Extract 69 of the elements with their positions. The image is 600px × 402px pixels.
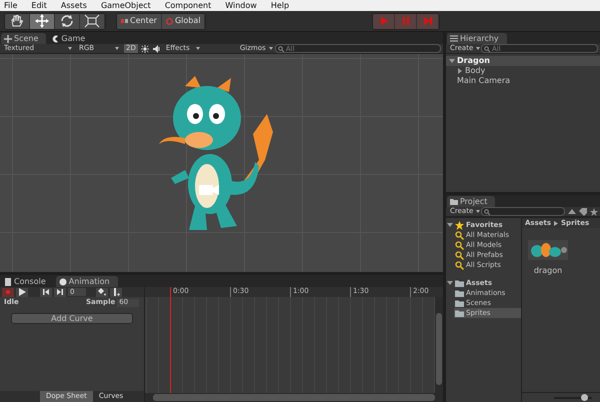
expanded-arrow-icon[interactable]: [447, 222, 453, 228]
next-key-icon: [56, 288, 64, 296]
panel-tab[interactable]: Game: [48, 33, 94, 44]
next-key-button[interactable]: [54, 288, 66, 296]
expanded-arrow-icon[interactable]: [449, 58, 455, 64]
audio-icon[interactable]: [152, 44, 161, 52]
search-icon: [455, 240, 464, 250]
star-icon[interactable]: [590, 208, 598, 216]
pivot-button[interactable]: Center: [117, 14, 162, 28]
add-event-button[interactable]: [110, 288, 122, 296]
hierarchy-item[interactable]: Dragon: [446, 56, 600, 66]
light-icon[interactable]: [140, 44, 149, 52]
menu-item[interactable]: GameObject: [100, 0, 151, 11]
panel-tab[interactable]: Scene: [1, 33, 46, 44]
panel-tab[interactable]: Console: [1, 276, 54, 287]
record-icon: [4, 288, 12, 296]
star-icon: [455, 220, 464, 230]
scene-tab-icon: [4, 34, 12, 42]
search-icon: [455, 230, 464, 240]
expanded-arrow-icon[interactable]: [447, 280, 453, 286]
hierarchy-item[interactable]: Body: [454, 66, 600, 76]
search-icon: [484, 46, 490, 52]
horizontal-scrollbar[interactable]: [145, 393, 443, 402]
search-icon: [278, 46, 284, 52]
dragon-sprite-thumbnail: [528, 240, 568, 260]
hand-tool-button[interactable]: [5, 14, 30, 28]
asset-label[interactable]: dragon: [534, 266, 562, 276]
add-keyframe-icon: [98, 288, 106, 296]
scale-tool-icon: [84, 14, 100, 28]
console-tab-icon: [4, 278, 12, 286]
add-keyframe-button[interactable]: [96, 288, 108, 296]
panel-title: Hierarchy: [447, 33, 507, 44]
list-icon: [450, 35, 458, 42]
camera-icon: [198, 182, 220, 196]
menu-item[interactable]: Help: [270, 0, 290, 11]
search-icon: [455, 260, 464, 270]
menu-item[interactable]: Assets: [60, 0, 87, 11]
vertical-scrollbar[interactable]: [435, 297, 443, 393]
previous-key-button[interactable]: [40, 288, 52, 296]
rotate-tool-icon: [59, 14, 75, 28]
hand-tool-icon: [9, 14, 25, 28]
move-tool-button[interactable]: [30, 14, 55, 28]
panel-title: Project: [447, 196, 496, 207]
search-icon: [484, 209, 490, 215]
add-event-icon: [112, 288, 120, 296]
play-button[interactable]: [16, 288, 28, 296]
collapsed-arrow-icon[interactable]: [457, 68, 463, 74]
pivot-icon: [121, 18, 128, 24]
add-curve-button[interactable]: Add Curve: [11, 313, 133, 324]
previous-key-icon: [42, 288, 50, 296]
project-search-field[interactable]: [481, 207, 565, 216]
breadcrumb-arrow-icon: [554, 220, 558, 226]
menu-item[interactable]: Window: [225, 0, 257, 11]
folder-icon: [450, 198, 458, 205]
pause-icon: [400, 16, 411, 26]
game-tab-icon: [51, 34, 60, 42]
search-icon: [455, 250, 464, 260]
menu-item[interactable]: File: [4, 0, 18, 11]
play-icon: [378, 16, 389, 26]
pause-button[interactable]: [395, 14, 418, 28]
move-tool-icon: [34, 14, 50, 28]
step-icon: [422, 16, 433, 26]
hierarchy-item[interactable]: Main Camera: [446, 76, 600, 86]
menu-item[interactable]: Edit: [31, 0, 47, 11]
menu-item[interactable]: Component: [164, 0, 212, 11]
size-slider-thumb[interactable]: [581, 394, 588, 400]
animation-tab-icon: [58, 278, 67, 286]
panel-tab[interactable]: Animation: [56, 276, 118, 287]
step-button[interactable]: [417, 14, 440, 28]
